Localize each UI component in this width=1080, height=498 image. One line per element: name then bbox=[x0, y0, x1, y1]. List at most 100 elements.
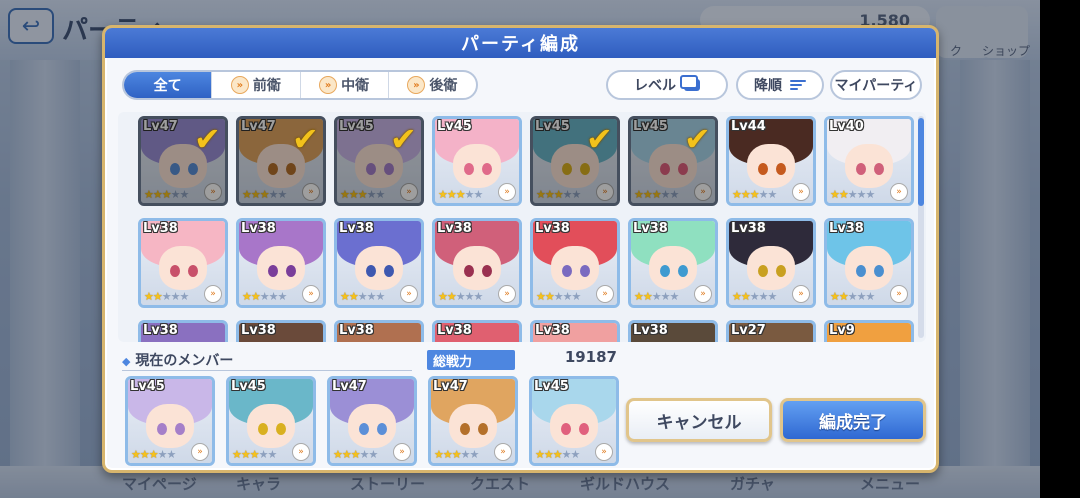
character-card[interactable]: Lv27★★★★★» bbox=[726, 320, 816, 342]
star-rating: ★★★★★ bbox=[131, 448, 176, 461]
position-icon: » bbox=[694, 183, 712, 201]
character-card[interactable]: Lv38★★★★★» bbox=[530, 320, 620, 342]
character-card[interactable]: Lv45 ★★★★★» bbox=[226, 376, 316, 466]
level-label: Lv38 bbox=[437, 323, 472, 338]
character-card[interactable]: Lv45 ★★★★★» bbox=[432, 116, 522, 206]
star-icon: ★ bbox=[660, 188, 671, 201]
star-icon: ★ bbox=[348, 290, 359, 303]
star-icon: ★ bbox=[570, 448, 581, 461]
star-rating: ★★★★★ bbox=[830, 188, 875, 201]
star-icon: ★ bbox=[865, 290, 876, 303]
star-icon: ★ bbox=[348, 188, 359, 201]
level-label: Lv9 bbox=[829, 323, 855, 338]
character-card[interactable]: Lv45 ★★★★★» bbox=[529, 376, 619, 466]
tab-all[interactable]: 全て bbox=[124, 72, 213, 98]
level-label: Lv47 bbox=[241, 119, 276, 134]
character-card[interactable]: Lv38★★★★★» bbox=[334, 320, 424, 342]
star-icon: ★ bbox=[732, 290, 742, 303]
character-card[interactable]: Lv38★★★★★» bbox=[726, 218, 816, 308]
sort-order-button[interactable]: 降順 bbox=[736, 70, 824, 100]
star-icon: ★ bbox=[536, 188, 546, 201]
star-icon: ★ bbox=[669, 290, 680, 303]
character-card[interactable]: Lv38★★★★★» bbox=[138, 218, 228, 308]
my-party-button[interactable]: マイパーティ bbox=[830, 70, 922, 100]
star-icon: ★ bbox=[544, 290, 555, 303]
level-label: Lv38 bbox=[241, 221, 276, 236]
star-icon: ★ bbox=[856, 188, 867, 201]
star-icon: ★ bbox=[357, 188, 368, 201]
star-icon: ★ bbox=[536, 290, 546, 303]
character-card[interactable]: Lv38★★★★★» bbox=[628, 218, 718, 308]
sort-level-button[interactable]: レベル bbox=[606, 70, 728, 100]
star-icon: ★ bbox=[830, 188, 840, 201]
position-icon: » bbox=[792, 285, 810, 303]
character-card[interactable]: Lv40 ★★★★★» bbox=[824, 116, 914, 206]
level-label: Lv38 bbox=[633, 323, 668, 338]
star-icon: ★ bbox=[464, 290, 475, 303]
star-icon: ★ bbox=[767, 188, 778, 201]
star-icon: ★ bbox=[571, 188, 582, 201]
level-label: Lv45 bbox=[339, 119, 374, 134]
character-card[interactable]: Lv9★★★★★» bbox=[824, 320, 914, 342]
star-icon: ★ bbox=[446, 290, 457, 303]
star-icon: ★ bbox=[847, 290, 858, 303]
star-rating: ★★★★★ bbox=[830, 290, 876, 303]
tab-back[interactable]: » 後衛 bbox=[389, 72, 476, 98]
tab-middle[interactable]: » 中衛 bbox=[301, 72, 389, 98]
star-icon: ★ bbox=[438, 188, 448, 201]
position-icon: » bbox=[494, 443, 512, 461]
star-icon: ★ bbox=[651, 290, 662, 303]
star-icon: ★ bbox=[350, 448, 361, 461]
star-icon: ★ bbox=[562, 188, 573, 201]
star-icon: ★ bbox=[366, 290, 377, 303]
character-roster[interactable]: Lv47 ★★★★★» ✔ Lv47 ★★★★★» ✔ Lv45 ★★★★★» ✔ Lv45 ★★★… bbox=[118, 112, 926, 342]
star-rating: ★★★★★ bbox=[232, 448, 277, 461]
position-icon: » bbox=[393, 443, 411, 461]
star-icon: ★ bbox=[553, 290, 564, 303]
level-label: Lv45 bbox=[633, 119, 668, 134]
character-card[interactable]: Lv47 ★★★★★» bbox=[428, 376, 518, 466]
star-icon: ★ bbox=[179, 290, 190, 303]
position-icon: » bbox=[694, 285, 712, 303]
position-icon: » bbox=[596, 183, 614, 201]
character-card[interactable]: Lv38★★★★★» bbox=[334, 218, 424, 308]
star-rating: ★★★★★ bbox=[144, 189, 189, 200]
diamond-icon: ◆ bbox=[122, 355, 131, 368]
star-icon: ★ bbox=[375, 290, 386, 303]
star-icon: ★ bbox=[552, 448, 563, 461]
character-card[interactable]: Lv38★★★★★» bbox=[138, 320, 228, 342]
character-card[interactable]: Lv38★★★★★» bbox=[824, 218, 914, 308]
star-icon: ★ bbox=[250, 188, 261, 201]
position-icon: » bbox=[400, 183, 418, 201]
star-icon: ★ bbox=[131, 448, 141, 461]
star-icon: ★ bbox=[366, 188, 377, 201]
level-label: Lv38 bbox=[535, 323, 570, 338]
character-card[interactable]: Lv38★★★★★» bbox=[432, 320, 522, 342]
level-label: Lv47 bbox=[332, 379, 367, 394]
character-card[interactable]: Lv45 ★★★★★» bbox=[125, 376, 215, 466]
character-card[interactable]: Lv38★★★★★» bbox=[236, 320, 326, 342]
character-card[interactable]: Lv38★★★★★» bbox=[432, 218, 522, 308]
star-icon: ★ bbox=[250, 290, 261, 303]
level-label: Lv38 bbox=[437, 221, 472, 236]
star-icon: ★ bbox=[473, 188, 484, 201]
character-card[interactable]: Lv38★★★★★» bbox=[236, 218, 326, 308]
star-icon: ★ bbox=[240, 448, 251, 461]
tab-front[interactable]: » 前衛 bbox=[212, 72, 301, 98]
star-icon: ★ bbox=[340, 290, 350, 303]
star-icon: ★ bbox=[232, 448, 242, 461]
star-icon: ★ bbox=[242, 290, 252, 303]
roster-scroll-thumb[interactable] bbox=[918, 118, 924, 206]
level-label: Lv38 bbox=[339, 221, 374, 236]
character-card[interactable]: Lv44 ★★★★★» bbox=[726, 116, 816, 206]
star-icon: ★ bbox=[535, 448, 545, 461]
level-label: Lv38 bbox=[339, 323, 374, 338]
cancel-button[interactable]: キャンセル bbox=[626, 398, 772, 442]
character-card[interactable]: Lv38★★★★★» bbox=[628, 320, 718, 342]
character-card[interactable]: Lv47 ★★★★★» bbox=[327, 376, 417, 466]
star-icon: ★ bbox=[277, 188, 288, 201]
character-card[interactable]: Lv38★★★★★» bbox=[530, 218, 620, 308]
tab-back-label: 後衛 bbox=[429, 78, 458, 94]
confirm-party-button[interactable]: 編成完了 bbox=[780, 398, 926, 442]
star-icon: ★ bbox=[838, 188, 849, 201]
